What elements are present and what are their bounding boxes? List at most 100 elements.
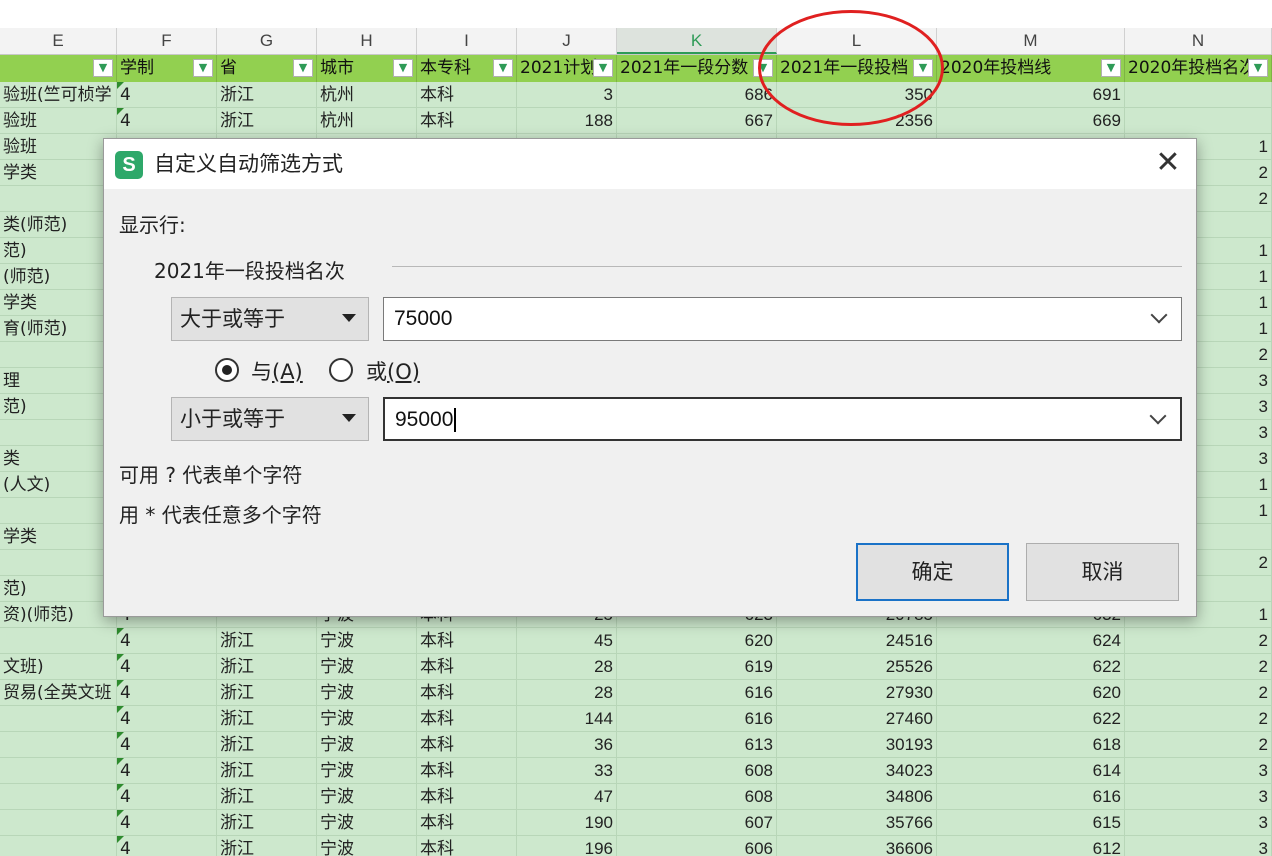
cell-e[interactable]: (人文) <box>0 472 117 498</box>
cell-l[interactable]: 25526 <box>777 654 937 680</box>
cell-n[interactable]: 2 <box>1125 628 1272 654</box>
cell-k[interactable]: 613 <box>617 732 777 758</box>
cell-m[interactable]: 612 <box>937 836 1125 856</box>
cell-e[interactable]: 育(师范) <box>0 316 117 342</box>
cell-e[interactable]: 文班) <box>0 654 117 680</box>
filter-dropdown-icon[interactable]: ▼ <box>1101 59 1121 77</box>
condition2-value-input[interactable]: 95000 <box>383 397 1182 441</box>
cell-j[interactable]: 28 <box>517 680 617 706</box>
cell-e[interactable]: 学类 <box>0 524 117 550</box>
or-radio[interactable] <box>329 358 353 382</box>
cell-g[interactable]: 浙江 <box>217 758 317 784</box>
cell-m[interactable]: 624 <box>937 628 1125 654</box>
filter-dropdown-icon[interactable]: ▼ <box>193 59 213 77</box>
cell-l[interactable]: 35766 <box>777 810 937 836</box>
cell-k[interactable]: 620 <box>617 628 777 654</box>
cell-i[interactable]: 本科 <box>417 706 517 732</box>
cell-e[interactable]: 类 <box>0 446 117 472</box>
cell-h[interactable]: 杭州 <box>317 108 417 134</box>
cell-e[interactable]: 验班 <box>0 108 117 134</box>
cell-l[interactable]: 34806 <box>777 784 937 810</box>
column-header-i[interactable]: I <box>417 28 517 54</box>
cell-h[interactable]: 宁波 <box>317 680 417 706</box>
cell-n[interactable]: 3 <box>1125 836 1272 856</box>
condition1-value-input[interactable]: 75000 <box>383 297 1182 341</box>
cell-n[interactable] <box>1125 108 1272 134</box>
filter-dropdown-icon[interactable]: ▼ <box>93 59 113 77</box>
cell-h[interactable]: 宁波 <box>317 628 417 654</box>
cell-l[interactable]: 34023 <box>777 758 937 784</box>
column-header-j[interactable]: J <box>517 28 617 54</box>
cell-e[interactable]: 验班 <box>0 134 117 160</box>
cell-e[interactable]: 范) <box>0 394 117 420</box>
cell-i[interactable]: 本科 <box>417 108 517 134</box>
cell-i[interactable]: 本科 <box>417 680 517 706</box>
cell-g[interactable]: 浙江 <box>217 680 317 706</box>
cell-n[interactable] <box>1125 82 1272 108</box>
cell-j[interactable]: 3 <box>517 82 617 108</box>
cell-e[interactable]: 学类 <box>0 160 117 186</box>
cell-k[interactable]: 686 <box>617 82 777 108</box>
cell-e[interactable] <box>0 732 117 758</box>
column-header-g[interactable]: G <box>217 28 317 54</box>
filter-dropdown-icon[interactable]: ▼ <box>753 59 773 77</box>
cell-g[interactable]: 浙江 <box>217 108 317 134</box>
cell-i[interactable]: 本科 <box>417 628 517 654</box>
cell-e[interactable]: 理 <box>0 368 117 394</box>
cell-m[interactable]: 620 <box>937 680 1125 706</box>
cell-m[interactable]: 669 <box>937 108 1125 134</box>
cell-h[interactable]: 杭州 <box>317 82 417 108</box>
cell-k[interactable]: 616 <box>617 680 777 706</box>
cell-f[interactable]: 4 <box>117 810 217 836</box>
cell-e[interactable]: (师范) <box>0 264 117 290</box>
cell-i[interactable]: 本科 <box>417 654 517 680</box>
column-header-h[interactable]: H <box>317 28 417 54</box>
cell-i[interactable]: 本科 <box>417 810 517 836</box>
cell-l[interactable]: 30193 <box>777 732 937 758</box>
cell-j[interactable]: 47 <box>517 784 617 810</box>
cell-m[interactable]: 622 <box>937 706 1125 732</box>
cell-e[interactable] <box>0 810 117 836</box>
cell-e[interactable] <box>0 550 117 576</box>
cancel-button[interactable]: 取消 <box>1026 543 1179 601</box>
cell-f[interactable]: 4 <box>117 732 217 758</box>
cell-m[interactable]: 614 <box>937 758 1125 784</box>
filter-dropdown-icon[interactable]: ▼ <box>593 59 613 77</box>
cell-e[interactable] <box>0 706 117 732</box>
cell-k[interactable]: 607 <box>617 810 777 836</box>
column-header-n[interactable]: N <box>1125 28 1272 54</box>
cell-f[interactable]: 4 <box>117 784 217 810</box>
cell-h[interactable]: 宁波 <box>317 836 417 856</box>
filter-dropdown-icon[interactable]: ▼ <box>293 59 313 77</box>
cell-e[interactable]: 贸易(全英文班 <box>0 680 117 706</box>
cell-m[interactable]: 622 <box>937 654 1125 680</box>
cell-h[interactable]: 宁波 <box>317 706 417 732</box>
cell-i[interactable]: 本科 <box>417 784 517 810</box>
cell-f[interactable]: 4 <box>117 628 217 654</box>
condition1-operator-select[interactable]: 大于或等于 <box>171 297 369 341</box>
cell-l[interactable]: 27930 <box>777 680 937 706</box>
header-cell-m[interactable]: 2020年投档线 <box>937 55 1125 82</box>
cell-j[interactable]: 36 <box>517 732 617 758</box>
cell-e[interactable]: 范) <box>0 238 117 264</box>
condition2-operator-select[interactable]: 小于或等于 <box>171 397 369 441</box>
cell-g[interactable]: 浙江 <box>217 654 317 680</box>
cell-l[interactable]: 350 <box>777 82 937 108</box>
cell-k[interactable]: 606 <box>617 836 777 856</box>
cell-j[interactable]: 196 <box>517 836 617 856</box>
cell-j[interactable]: 45 <box>517 628 617 654</box>
cell-i[interactable]: 本科 <box>417 82 517 108</box>
cell-e[interactable]: 类(师范) <box>0 212 117 238</box>
cell-e[interactable]: 范) <box>0 576 117 602</box>
cell-e[interactable]: 验班(竺可桢学 <box>0 82 117 108</box>
filter-dropdown-icon[interactable]: ▼ <box>393 59 413 77</box>
cell-e[interactable] <box>0 784 117 810</box>
cell-k[interactable]: 667 <box>617 108 777 134</box>
cell-e[interactable] <box>0 186 117 212</box>
column-header-m[interactable]: M <box>937 28 1125 54</box>
or-radio-label[interactable]: 或(O) <box>366 356 420 386</box>
cell-g[interactable]: 浙江 <box>217 706 317 732</box>
cell-h[interactable]: 宁波 <box>317 654 417 680</box>
cell-n[interactable]: 3 <box>1125 810 1272 836</box>
cell-m[interactable]: 618 <box>937 732 1125 758</box>
